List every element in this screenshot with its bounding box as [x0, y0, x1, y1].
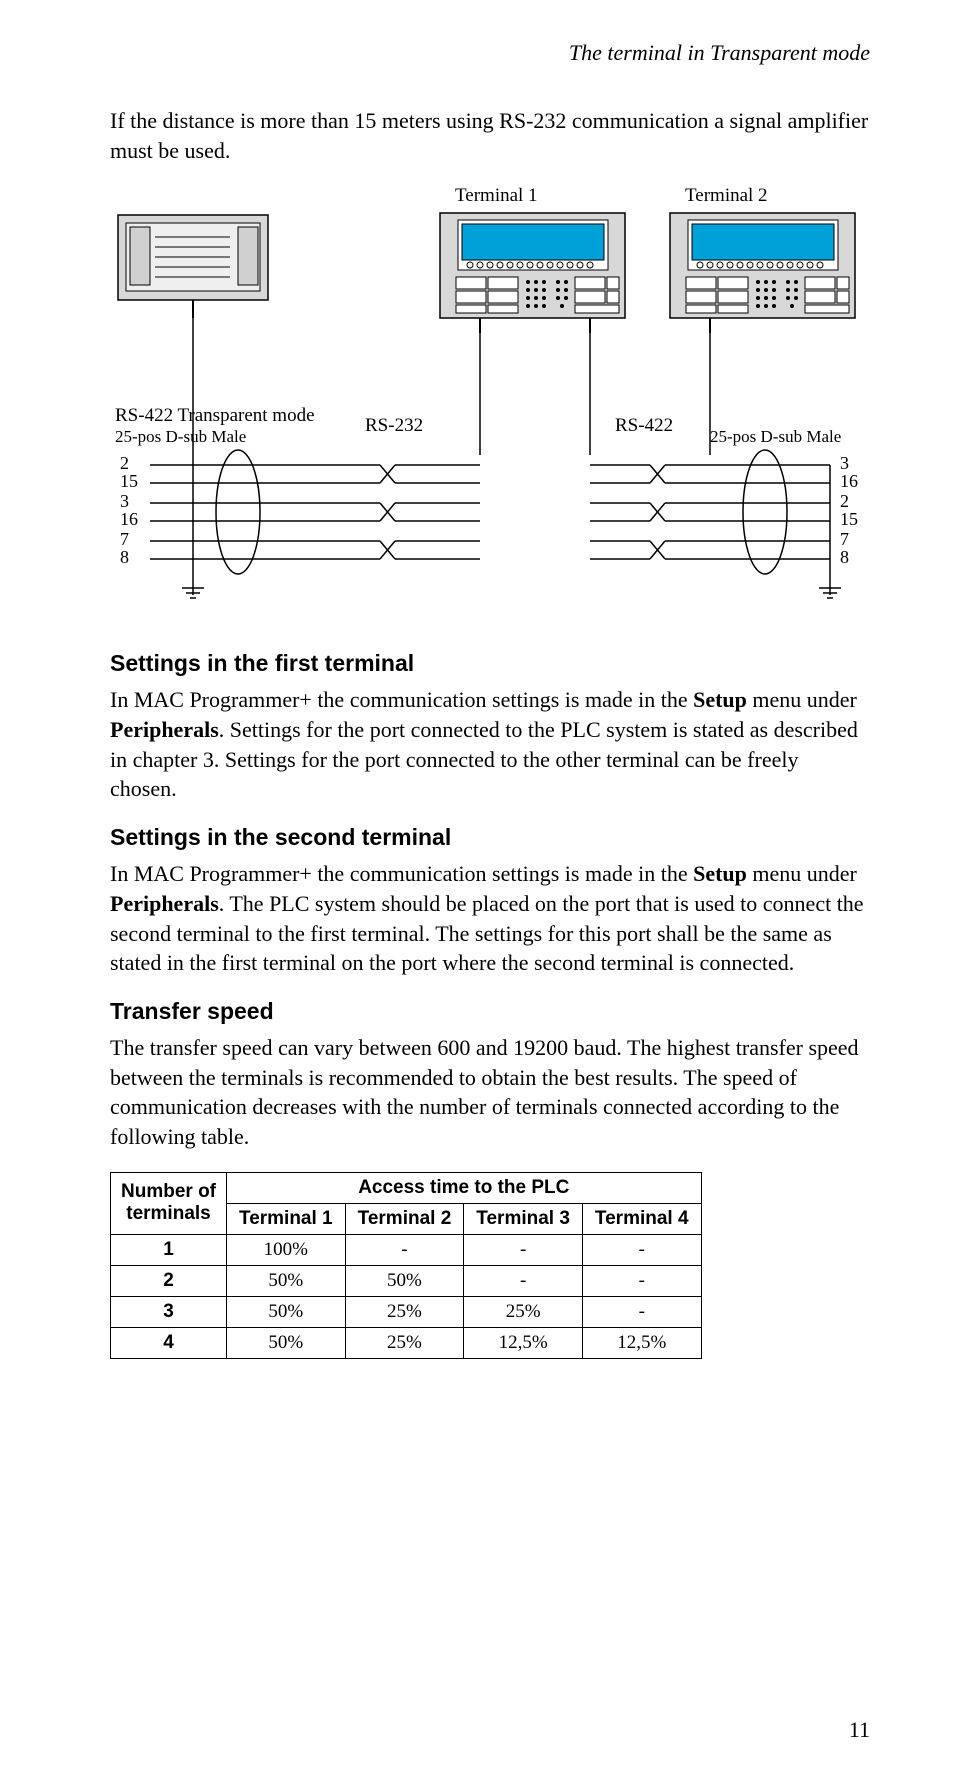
col-header: Terminal 4: [582, 1203, 701, 1234]
section1-body: In MAC Programmer+ the communication set…: [110, 685, 870, 804]
pin-label: 16: [120, 509, 138, 530]
cell: -: [582, 1265, 701, 1296]
terminal1-device-icon: [440, 213, 625, 333]
cell: 50%: [345, 1265, 464, 1296]
rs422-label: RS-422: [615, 415, 673, 437]
section3-body: The transfer speed can vary between 600 …: [110, 1033, 870, 1152]
cell: 25%: [464, 1296, 583, 1327]
text-fragment: In MAC Programmer+ the communication set…: [110, 687, 693, 712]
cell: -: [464, 1265, 583, 1296]
terminal2-label: Terminal 2: [685, 185, 768, 207]
intro-text: If the distance is more than 15 meters u…: [110, 106, 870, 165]
text-fragment: Peripherals: [110, 891, 219, 916]
col-header: Terminal 3: [464, 1203, 583, 1234]
section3-title: Transfer speed: [110, 998, 870, 1025]
cell: 25%: [345, 1296, 464, 1327]
super-header: Access time to the PLC: [227, 1172, 702, 1203]
terminal1-label: Terminal 1: [455, 185, 538, 207]
cell: 50%: [227, 1327, 346, 1358]
cell: 50%: [227, 1265, 346, 1296]
text-fragment: Setup: [693, 861, 747, 886]
section1-title: Settings in the first terminal: [110, 650, 870, 677]
access-time-table: Number of terminals Access time to the P…: [110, 1172, 702, 1359]
col-header: Terminal 2: [345, 1203, 464, 1234]
section2-title: Settings in the second terminal: [110, 824, 870, 851]
pin-label: 15: [120, 471, 138, 492]
cell: 50%: [227, 1296, 346, 1327]
pin-label: 16: [840, 471, 858, 492]
page-number: 11: [849, 1717, 870, 1743]
row-header-top: Number of: [121, 1181, 216, 1202]
text-fragment: menu under: [747, 861, 857, 886]
text-fragment: Setup: [693, 687, 747, 712]
cell: -: [345, 1234, 464, 1265]
text-fragment: Peripherals: [110, 717, 219, 742]
text-fragment: . Settings for the port connected to the…: [110, 717, 858, 801]
text-fragment: In MAC Programmer+ the communication set…: [110, 861, 693, 886]
row-num: 1: [111, 1234, 227, 1265]
row-header-bot: terminals: [126, 1203, 210, 1224]
cell: -: [464, 1234, 583, 1265]
wiring-diagram: Terminal 1 Terminal 2 RS-422 Transparent…: [110, 185, 870, 615]
row-num: 4: [111, 1327, 227, 1358]
terminal2-device-icon: [670, 213, 855, 333]
row-num: 3: [111, 1296, 227, 1327]
rs422-mode-label: RS-422 Transparent mode: [115, 405, 315, 427]
cell: -: [582, 1234, 701, 1265]
pin-label: 8: [840, 547, 849, 568]
text-fragment: menu under: [747, 687, 857, 712]
pin-label: 15: [840, 509, 858, 530]
table-row: 1 100% - - -: [111, 1234, 702, 1265]
table-row: 3 50% 25% 25% -: [111, 1296, 702, 1327]
pin-label: 8: [120, 547, 129, 568]
rs232-label: RS-232: [365, 415, 423, 437]
cell: 25%: [345, 1327, 464, 1358]
cell: 12,5%: [582, 1327, 701, 1358]
table-row: 2 50% 50% - -: [111, 1265, 702, 1296]
text-fragment: . The PLC system should be placed on the…: [110, 891, 864, 975]
plc-device-icon: [118, 215, 268, 318]
cell: 100%: [227, 1234, 346, 1265]
section2-body: In MAC Programmer+ the communication set…: [110, 859, 870, 978]
col-header: Terminal 1: [227, 1203, 346, 1234]
left-connector-label: 25-pos D-sub Male: [115, 427, 246, 447]
cell: 12,5%: [464, 1327, 583, 1358]
running-title: The terminal in Transparent mode: [110, 40, 870, 66]
row-num: 2: [111, 1265, 227, 1296]
table-row: 4 50% 25% 12,5% 12,5%: [111, 1327, 702, 1358]
cell: -: [582, 1296, 701, 1327]
right-connector-label: 25-pos D-sub Male: [710, 427, 841, 447]
